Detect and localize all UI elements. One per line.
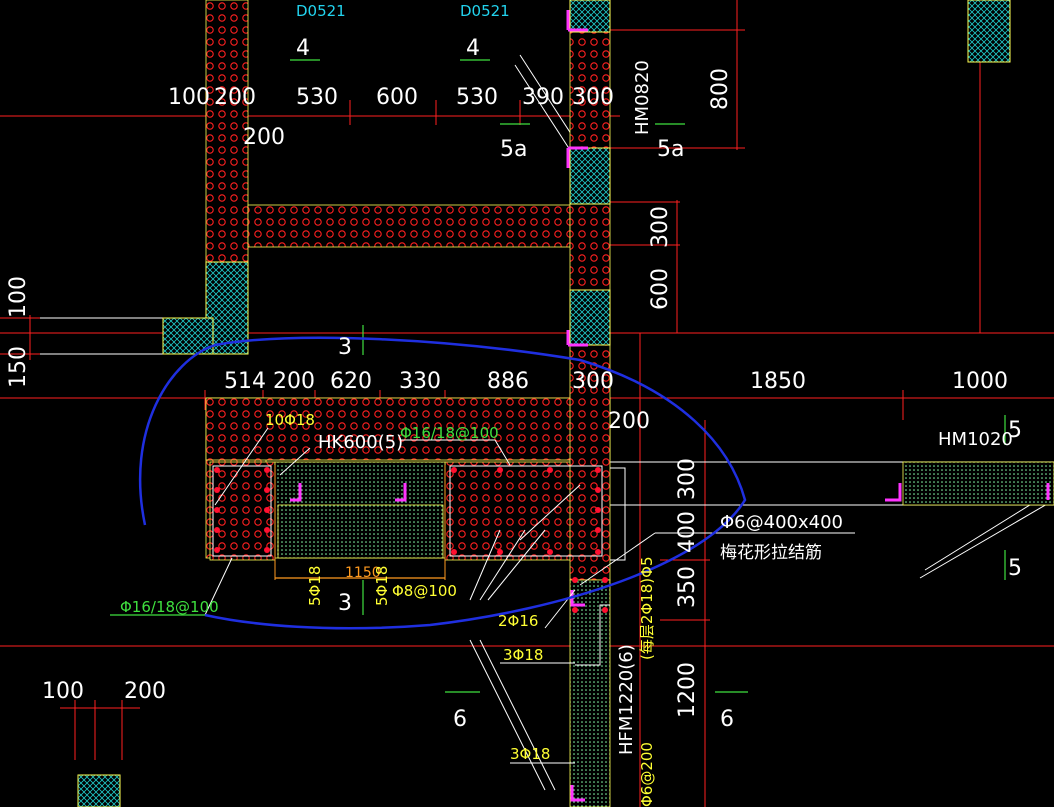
dim-top-1: 200 (214, 85, 256, 110)
dim-left-100: 100 (6, 276, 31, 318)
section-5a-b: 5a (657, 137, 684, 162)
section-4-a: 4 (296, 36, 310, 61)
dim-bottom-200: 200 (124, 679, 166, 704)
dim-right-300: 300 (648, 206, 673, 248)
section-5-b: 5 (1008, 556, 1022, 581)
rebar-8-100: Φ8@100 (392, 582, 457, 600)
dim-rcol-3: 1200 (675, 662, 700, 718)
door-hm1020-label: HM1020 (938, 429, 1013, 450)
section-4-b: 4 (466, 36, 480, 61)
door-hm0820-label: HM0820 (632, 60, 653, 135)
dim-mid-7: 1000 (952, 369, 1008, 394)
dim-rcol-2: 350 (675, 566, 700, 608)
dim-top-0: 100 (168, 85, 210, 110)
rebar-6-400: Φ6@400x400 (720, 512, 843, 533)
hfm-rebar-label: Φ6@200 (638, 742, 656, 807)
dim-top-200-below: 200 (243, 125, 285, 150)
cad-drawing-canvas: D0521 D0521 4 4 5a 5a HM0820 3 3 HK600(5… (0, 0, 1054, 807)
dim-rcol-0: 300 (675, 458, 700, 500)
section-3-bottom: 3 (338, 591, 352, 616)
dim-bottom-100: 100 (42, 679, 84, 704)
dim-rcol-1: 400 (675, 511, 700, 553)
dim-mid-4: 886 (487, 369, 529, 394)
door-label-2: D0521 (460, 2, 510, 20)
dim-mid-6: 1850 (750, 369, 806, 394)
dim-right-800: 800 (708, 68, 733, 110)
dim-mid-2: 620 (330, 369, 372, 394)
section-5a-a: 5a (500, 137, 527, 162)
dim-top-5: 390 (522, 85, 564, 110)
dim-left-150: 150 (6, 346, 31, 388)
dim-mid-0: 514 (224, 369, 266, 394)
rebar-16-18-100-top: Φ16/18@100 (400, 424, 499, 442)
dim-top-4: 530 (456, 85, 498, 110)
rebar-vertical-note: (每层2Φ18)Φ5 (638, 557, 656, 661)
hk600-label: HK600(5) (318, 432, 403, 453)
rebar-2phi16: 2Φ16 (498, 612, 538, 630)
rebar-5phi18-b: 5Φ18 (373, 566, 391, 606)
rebar-16-18-100-left: Φ16/18@100 (120, 598, 219, 616)
masonry-infill (274, 461, 1054, 807)
dim-mid-200: 200 (608, 409, 650, 434)
dim-mid-1: 200 (273, 369, 315, 394)
door-hfm1220-label: HFM1220(6) (616, 644, 637, 755)
rebar-3phi18-a: 3Φ18 (503, 646, 543, 664)
section-3-top: 3 (338, 335, 352, 360)
dim-right-600: 600 (648, 268, 673, 310)
rebar-3phi18-b: 3Φ18 (510, 745, 550, 763)
dim-top-2: 530 (296, 85, 338, 110)
plum-tie-note: 梅花形拉结筋 (720, 543, 822, 563)
dim-top-6: 300 (572, 85, 614, 110)
section-6-a: 6 (453, 707, 467, 732)
dim-mid-3: 330 (399, 369, 441, 394)
rebar-5phi18-a: 5Φ18 (306, 566, 324, 606)
rebar-10phi18: 10Φ18 (265, 411, 315, 429)
section-6-b: 6 (720, 707, 734, 732)
door-label-1: D0521 (296, 2, 346, 20)
dim-mid-5: 300 (572, 369, 614, 394)
section-5-a: 5 (1008, 418, 1022, 443)
dim-top-3: 600 (376, 85, 418, 110)
